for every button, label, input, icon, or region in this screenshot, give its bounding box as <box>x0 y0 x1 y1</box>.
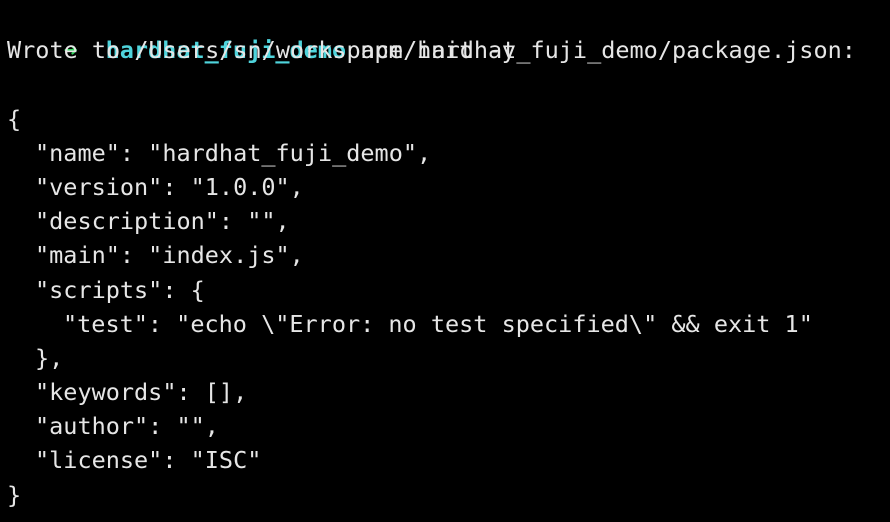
json-author-line: "author": "", <box>35 412 219 441</box>
json-main-line: "main": "index.js", <box>35 241 304 270</box>
terminal-window[interactable]: ➜ hardhat_fuji_demo npm init -y Wrote to … <box>0 0 890 522</box>
output-wrote-line: Wrote to /Users/sn/workspace/hardhat_fuj… <box>7 36 856 65</box>
prompt-line: ➜ hardhat_fuji_demo npm init -y <box>7 0 890 64</box>
json-license-line: "license": "ISC" <box>35 446 262 475</box>
json-keywords-line: "keywords": [], <box>35 378 248 407</box>
json-test-line: "test": "echo \"Error: no test specified… <box>63 309 813 338</box>
json-close-brace: } <box>7 480 22 509</box>
json-description-line: "description": "", <box>35 207 290 236</box>
json-scripts-close-line: }, <box>35 343 64 372</box>
json-version-line: "version": "1.0.0", <box>35 172 304 201</box>
json-scripts-open-line: "scripts": { <box>35 275 205 304</box>
json-name-line: "name": "hardhat_fuji_demo", <box>35 138 432 167</box>
json-open-brace: { <box>7 104 22 133</box>
